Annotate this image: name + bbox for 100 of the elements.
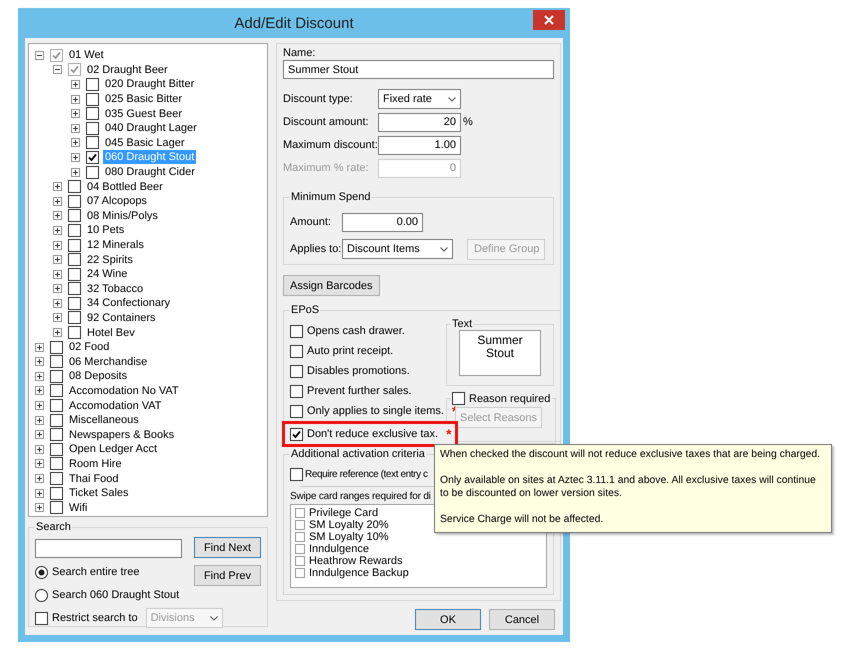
tree-item[interactable]: 10 Pets	[85, 223, 126, 238]
checkbox[interactable]	[68, 268, 81, 281]
checkbox[interactable]	[295, 556, 305, 566]
checkbox[interactable]	[68, 282, 81, 296]
checkbox[interactable]	[50, 472, 63, 486]
checkbox[interactable]	[290, 428, 303, 440]
checkbox[interactable]	[295, 508, 305, 518]
dropdown[interactable]: Fixed rate	[378, 89, 461, 109]
tree-item[interactable]: Accomodation No VAT	[67, 384, 181, 398]
checkbox[interactable]	[50, 442, 63, 456]
checkbox[interactable]	[50, 428, 63, 442]
expand-icon[interactable]	[35, 430, 44, 440]
checkbox[interactable]	[452, 392, 465, 405]
checkbox[interactable]	[68, 209, 81, 222]
tree-item[interactable]: Newspapers & Books	[67, 428, 176, 442]
tree-item[interactable]: 080 Draught Cider	[103, 165, 197, 180]
collapse-icon[interactable]	[53, 65, 62, 74]
number-field[interactable]: 20	[378, 112, 461, 132]
cancel-button[interactable]: Cancel	[489, 609, 555, 630]
tree-item[interactable]: 035 Guest Beer	[103, 106, 184, 121]
checkbox[interactable]	[50, 486, 63, 500]
expand-icon[interactable]	[35, 503, 44, 512]
checkbox[interactable]	[68, 311, 81, 324]
collapse-icon[interactable]	[35, 50, 44, 60]
checkbox[interactable]	[50, 370, 63, 383]
tree-item[interactable]: Hotel Bev	[85, 326, 137, 340]
expand-icon[interactable]	[35, 357, 44, 366]
tree-item[interactable]: 01 Wet	[67, 48, 106, 62]
expand-icon[interactable]	[53, 284, 62, 294]
checkbox[interactable]	[290, 384, 303, 398]
expand-icon[interactable]	[35, 386, 44, 396]
assign-barcodes-button[interactable]: Assign Barcodes	[283, 275, 380, 296]
checkbox[interactable]	[68, 253, 81, 266]
tree-item[interactable]: 020 Draught Bitter	[103, 77, 196, 92]
tree-item[interactable]: 34 Confectionary	[85, 296, 172, 310]
tree-item[interactable]: 24 Wine	[85, 267, 130, 282]
checkbox[interactable]	[50, 384, 63, 398]
tree-item[interactable]: 92 Containers	[85, 310, 158, 325]
expand-icon[interactable]	[53, 240, 62, 250]
checkbox[interactable]	[295, 568, 305, 578]
expand-icon[interactable]	[53, 255, 62, 264]
checkbox[interactable]	[50, 399, 63, 412]
find-prev-button[interactable]: Find Prev	[194, 565, 261, 586]
name-field[interactable]: Summer Stout	[283, 60, 554, 79]
expand-icon[interactable]	[35, 459, 44, 468]
tree-item[interactable]: 22 Spirits	[85, 252, 135, 267]
checkbox[interactable]	[68, 194, 81, 208]
tree-item[interactable]: Wifi	[67, 500, 90, 515]
checkbox[interactable]	[68, 326, 81, 340]
checkbox[interactable]	[50, 355, 63, 368]
checkbox[interactable]	[86, 78, 99, 91]
tree-item[interactable]: Ticket Sales	[67, 486, 131, 500]
tree-item[interactable]: 32 Tobacco	[85, 282, 146, 296]
close-button[interactable]	[533, 10, 565, 30]
dropdown[interactable]: Discount Items	[342, 239, 453, 259]
tree-item[interactable]: 07 Alcopops	[85, 194, 149, 208]
tree-item[interactable]: 02 Food	[67, 340, 112, 354]
tree-item[interactable]: 04 Bottled Beer	[85, 180, 165, 194]
expand-icon[interactable]	[71, 109, 80, 118]
radio-button[interactable]	[35, 566, 48, 578]
checkbox[interactable]	[290, 404, 303, 418]
expand-icon[interactable]	[53, 196, 62, 206]
expand-icon[interactable]	[35, 401, 44, 410]
tree-item[interactable]: Open Ledger Acct	[67, 442, 160, 456]
radio-button[interactable]	[35, 588, 48, 602]
expand-icon[interactable]	[35, 488, 44, 498]
expand-icon[interactable]	[53, 298, 62, 308]
expand-icon[interactable]	[71, 80, 80, 89]
checkbox[interactable]	[50, 501, 63, 514]
tree-item[interactable]: 08 Deposits	[67, 369, 130, 384]
checkbox[interactable]	[295, 544, 305, 554]
tree-item[interactable]: 06 Merchandise	[67, 354, 150, 369]
tree-item[interactable]: 045 Basic Lager	[103, 136, 186, 150]
tree-item[interactable]: Room Hire	[67, 456, 124, 471]
expand-icon[interactable]	[53, 226, 62, 235]
expand-icon[interactable]	[71, 124, 80, 133]
expand-icon[interactable]	[53, 313, 62, 322]
expand-icon[interactable]	[53, 270, 62, 279]
expand-icon[interactable]	[71, 94, 80, 104]
expand-icon[interactable]	[71, 152, 80, 162]
checkbox[interactable]	[50, 340, 63, 354]
checkbox[interactable]	[295, 532, 305, 542]
tree-item[interactable]: 08 Minis/Polys	[85, 208, 160, 223]
search-field[interactable]	[35, 539, 182, 558]
tree-item[interactable]: Miscellaneous	[67, 413, 141, 428]
expand-icon[interactable]	[35, 444, 44, 454]
expand-icon[interactable]	[53, 211, 62, 220]
checkbox[interactable]	[86, 166, 99, 179]
expand-icon[interactable]	[53, 182, 62, 192]
ok-button[interactable]: OK	[415, 609, 481, 630]
find-next-button[interactable]: Find Next	[194, 537, 261, 558]
checkbox[interactable]	[68, 180, 81, 194]
tree-item[interactable]: 025 Basic Bitter	[103, 92, 184, 106]
expand-icon[interactable]	[35, 342, 44, 352]
checkbox[interactable]	[86, 107, 99, 120]
checkbox[interactable]	[68, 224, 81, 237]
tree-item[interactable]: 12 Minerals	[85, 238, 146, 252]
tree-item[interactable]: Accomodation VAT	[67, 398, 164, 413]
checkbox[interactable]	[86, 122, 99, 135]
checkbox[interactable]	[290, 324, 303, 338]
